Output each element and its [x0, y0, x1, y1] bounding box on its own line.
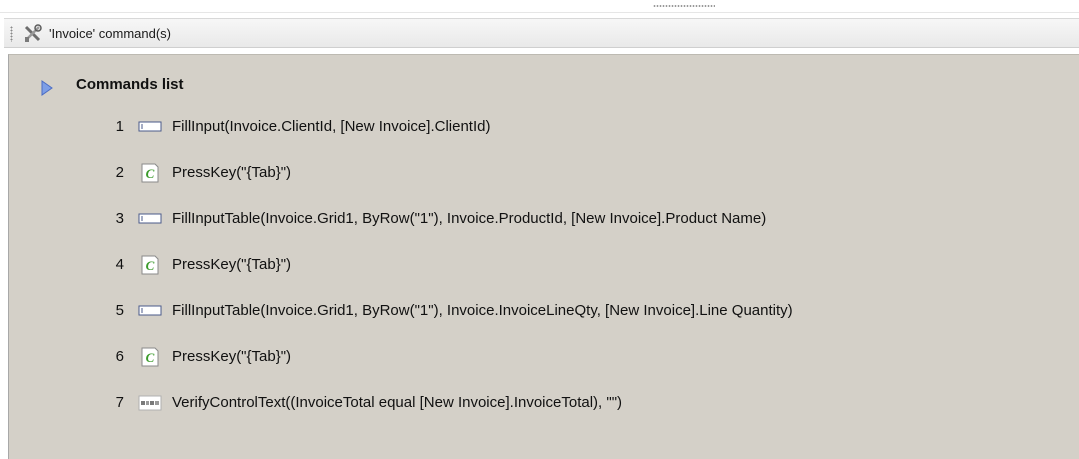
command-text: FillInput(Invoice.ClientId, [New Invoice… [172, 118, 491, 135]
command-row[interactable]: 1 FillInput(Invoice.ClientId, [New Invoi… [0, 112, 1070, 142]
command-number: 2 [115, 164, 124, 181]
panel-title: 'Invoice' command(s) [49, 26, 172, 41]
command-text: PressKey("{Tab}") [172, 164, 292, 181]
grip-dots [653, 5, 715, 7]
command-text: FillInputTable(Invoice.Grid1, ByRow("1")… [172, 302, 793, 319]
script-key-icon: C [141, 255, 159, 275]
tools-icon [24, 24, 42, 42]
command-number: 5 [115, 302, 124, 319]
commands-window: 'Invoice' command(s) Commands list 1 Fil… [0, 0, 1079, 459]
svg-text:C: C [146, 166, 155, 181]
command-row[interactable]: 2 C PressKey("{Tab}") [0, 158, 1070, 188]
script-key-icon: C [141, 347, 159, 367]
command-number: 1 [115, 118, 124, 135]
command-row[interactable]: 3 FillInputTable(Invoice.Grid1, ByRow("1… [0, 204, 1070, 234]
command-number: 6 [115, 348, 124, 365]
splitter-grip[interactable] [0, 0, 1079, 13]
expand-triangle-icon[interactable] [40, 80, 54, 96]
commands-list-title: Commands list [76, 76, 184, 93]
command-number: 7 [115, 394, 124, 411]
command-row[interactable]: 7 VerifyControlText((InvoiceTotal equal … [0, 388, 1070, 418]
toolbar-grip[interactable] [10, 26, 13, 42]
svg-text:C: C [146, 350, 155, 365]
command-text: PressKey("{Tab}") [172, 348, 292, 365]
command-text: PressKey("{Tab}") [172, 256, 292, 273]
command-row[interactable]: 5 FillInputTable(Invoice.Grid1, ByRow("1… [0, 296, 1070, 326]
command-number: 3 [115, 210, 124, 227]
panel-header: 'Invoice' command(s) [4, 18, 1079, 48]
command-row[interactable]: 4 C PressKey("{Tab}") [0, 250, 1070, 280]
command-number: 4 [115, 256, 124, 273]
svg-text:C: C [146, 258, 155, 273]
input-field-icon [138, 305, 162, 316]
script-key-icon: C [141, 163, 159, 183]
command-row[interactable]: 6 C PressKey("{Tab}") [0, 342, 1070, 372]
input-field-icon [138, 213, 162, 224]
verify-text-icon [138, 395, 162, 411]
command-text: VerifyControlText((InvoiceTotal equal [N… [172, 394, 623, 411]
command-text: FillInputTable(Invoice.Grid1, ByRow("1")… [172, 210, 767, 227]
input-field-icon [138, 121, 162, 132]
